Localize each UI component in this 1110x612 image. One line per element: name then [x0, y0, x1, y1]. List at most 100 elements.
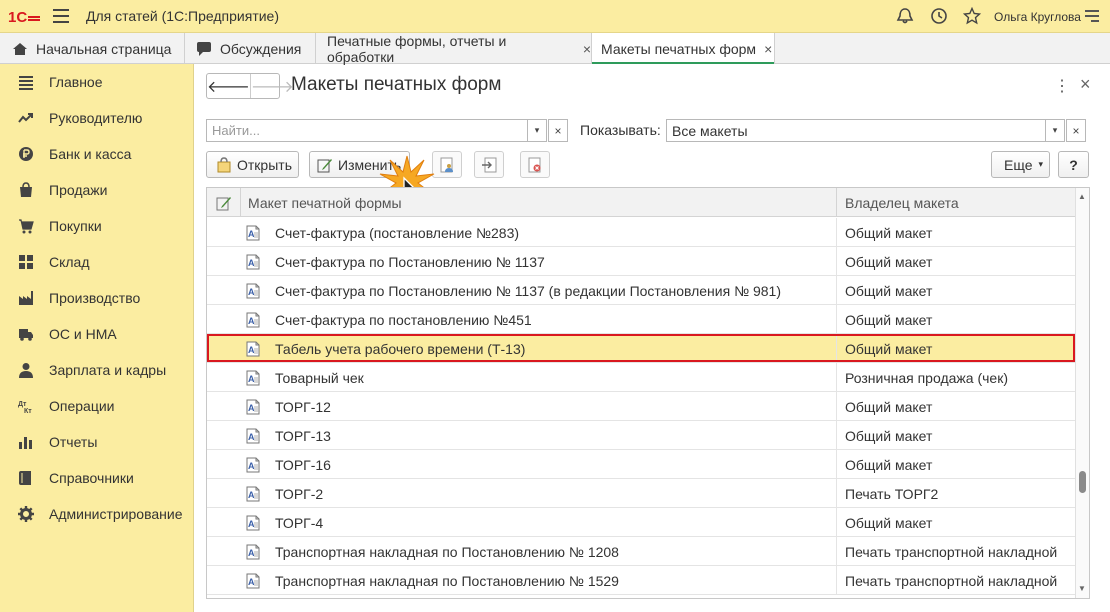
table-row[interactable]: A Счет-фактура по Постановлению № 1137 (в… [207, 276, 1075, 305]
scroll-down-icon[interactable]: ▼ [1078, 584, 1086, 593]
template-name-cell[interactable]: Счет-фактура (постановление №283) [275, 218, 519, 247]
template-owner-cell[interactable]: Общий макет [845, 334, 932, 363]
template-name-cell[interactable]: Товарный чек [275, 363, 364, 392]
import-template-button[interactable] [474, 151, 504, 178]
sidebar-item-bank[interactable]: Банк и касса [0, 136, 194, 172]
sidebar-item-label: Производство [49, 290, 141, 306]
templates-table: Макет печатной формы Владелец макета A Сч… [206, 187, 1090, 599]
document-template-icon: A [246, 283, 260, 299]
template-name-cell[interactable]: ТОРГ-2 [275, 479, 323, 508]
delete-template-button[interactable] [520, 151, 550, 178]
sidebar-item-label: Склад [49, 254, 90, 270]
template-owner-cell[interactable]: Общий макет [845, 421, 932, 450]
open-button[interactable]: Открыть [206, 151, 299, 178]
template-name-cell[interactable]: Транспортная накладная по Постановлению … [275, 566, 619, 595]
document-template-icon: A [246, 457, 260, 473]
more-button[interactable]: Еще ▾ [991, 151, 1050, 178]
table-row[interactable]: A Табель учета рабочего времени (Т-13) Общ… [207, 334, 1075, 363]
template-owner-cell[interactable]: Общий макет [845, 305, 932, 334]
template-owner-cell[interactable]: Общий макет [845, 247, 932, 276]
template-owner-cell[interactable]: Печать транспортной накладной [845, 537, 1057, 566]
sidebar-item-sales[interactable]: Продажи [0, 172, 194, 208]
template-owner-cell[interactable]: Общий макет [845, 218, 932, 247]
sidebar-item-salary[interactable]: Зарплата и кадры [0, 352, 194, 388]
bell-icon[interactable] [896, 7, 914, 25]
search-clear-button[interactable]: × [548, 119, 568, 142]
factory-icon [19, 291, 33, 305]
template-name-cell[interactable]: Транспортная накладная по Постановлению … [275, 537, 619, 566]
template-owner-cell[interactable]: Розничная продажа (чек) [845, 363, 1008, 392]
sidebar-item-operations[interactable]: Дт Кт Операции [0, 388, 194, 424]
table-row[interactable]: A Товарный чек Розничная продажа (чек) [207, 363, 1075, 392]
table-row[interactable]: A ТОРГ-4 Общий макет [207, 508, 1075, 537]
sidebar-item-warehouse[interactable]: Склад [0, 244, 194, 280]
document-template-icon: A [246, 341, 260, 357]
close-tab-icon[interactable]: × [764, 41, 772, 57]
close-form-button[interactable]: × [1080, 74, 1091, 95]
svg-text:A: A [248, 519, 255, 529]
show-filter-dropdown[interactable]: ▾ [1045, 119, 1065, 142]
delete-icon [528, 157, 541, 172]
pencil-icon [317, 158, 332, 172]
sidebar-item-reports[interactable]: Отчеты [0, 424, 194, 460]
template-owner-cell[interactable]: Печать транспортной накладной [845, 566, 1057, 595]
user-name[interactable]: Ольга Круглова [994, 10, 1081, 24]
table-row[interactable]: A ТОРГ-12 Общий макет [207, 392, 1075, 421]
sidebar-item-catalogs[interactable]: Справочники [0, 460, 194, 496]
template-name-cell[interactable]: ТОРГ-16 [275, 450, 331, 479]
search-history-dropdown[interactable]: ▾ [527, 119, 547, 142]
template-owner-cell[interactable]: Общий макет [845, 508, 932, 537]
forward-button[interactable]: 🡒 [251, 74, 294, 98]
history-icon[interactable] [930, 7, 948, 25]
sidebar-item-purchases[interactable]: Покупки [0, 208, 194, 244]
page-title: Макеты печатных форм [291, 74, 502, 95]
table-row[interactable]: A Счет-фактура по постановлению №451 Общий… [207, 305, 1075, 334]
template-name-cell[interactable]: Табель учета рабочего времени (Т-13) [275, 334, 525, 363]
show-filter-select[interactable]: Все макеты [666, 119, 1046, 142]
sidebar-item-manager[interactable]: Руководителю [0, 100, 194, 136]
tab-label: Начальная страница [36, 40, 172, 57]
scroll-up-icon[interactable]: ▲ [1078, 192, 1086, 201]
document-template-icon: A [246, 573, 260, 589]
template-name-cell[interactable]: ТОРГ-12 [275, 392, 331, 421]
tab-print-templates[interactable]: Макеты печатных форм × [592, 33, 775, 64]
settings-menu-icon[interactable] [1085, 10, 1099, 24]
show-filter-clear-button[interactable]: × [1066, 119, 1086, 142]
table-row[interactable]: A Счет-фактура (постановление №283) Общий … [207, 218, 1075, 247]
template-name-cell[interactable]: Счет-фактура по Постановлению № 1137 (в … [275, 276, 781, 305]
more-actions-icon[interactable]: ⋮ [1054, 76, 1070, 96]
sidebar-item-admin[interactable]: Администрирование [0, 496, 194, 532]
close-tab-icon[interactable]: × [583, 41, 591, 57]
sidebar-item-production[interactable]: Производство [0, 280, 194, 316]
table-row[interactable]: A ТОРГ-13 Общий макет [207, 421, 1075, 450]
back-button[interactable]: 🡐 [207, 74, 251, 98]
sidebar-item-main[interactable]: Главное [0, 64, 194, 100]
table-row[interactable]: A ТОРГ-16 Общий макет [207, 450, 1075, 479]
1c-logo-icon[interactable]: 1С [8, 8, 42, 25]
table-row[interactable]: A Счет-фактура по Постановлению № 1137 Общ… [207, 247, 1075, 276]
column-header-owner[interactable]: Владелец макета [845, 188, 959, 217]
vertical-scrollbar[interactable]: ▲ ▼ [1075, 188, 1089, 598]
document-template-icon: A [246, 428, 260, 444]
template-name-cell[interactable]: Счет-фактура по Постановлению № 1137 [275, 247, 545, 276]
star-icon[interactable] [963, 7, 981, 25]
template-owner-cell[interactable]: Общий макет [845, 450, 932, 479]
table-row[interactable]: A Транспортная накладная по Постановлению… [207, 537, 1075, 566]
main-menu-icon[interactable] [53, 9, 69, 23]
search-input[interactable]: Найти... [206, 119, 528, 142]
scroll-thumb[interactable] [1079, 471, 1086, 493]
template-owner-cell[interactable]: Общий макет [845, 392, 932, 421]
tab-discussions[interactable]: Обсуждения [185, 33, 316, 64]
tab-print-forms[interactable]: Печатные формы, отчеты и обработки × [316, 33, 592, 65]
template-name-cell[interactable]: Счет-фактура по постановлению №451 [275, 305, 532, 334]
template-owner-cell[interactable]: Печать ТОРГ2 [845, 479, 938, 508]
table-row[interactable]: A Транспортная накладная по Постановлению… [207, 566, 1075, 595]
template-name-cell[interactable]: ТОРГ-13 [275, 421, 331, 450]
sidebar-item-assets[interactable]: ОС и НМА [0, 316, 194, 352]
column-header-template[interactable]: Макет печатной формы [248, 188, 402, 217]
template-owner-cell[interactable]: Общий макет [845, 276, 932, 305]
tab-home[interactable]: Начальная страница [0, 33, 185, 64]
template-name-cell[interactable]: ТОРГ-4 [275, 508, 323, 537]
help-button[interactable]: ? [1058, 151, 1089, 178]
table-row[interactable]: A ТОРГ-2 Печать ТОРГ2 [207, 479, 1075, 508]
